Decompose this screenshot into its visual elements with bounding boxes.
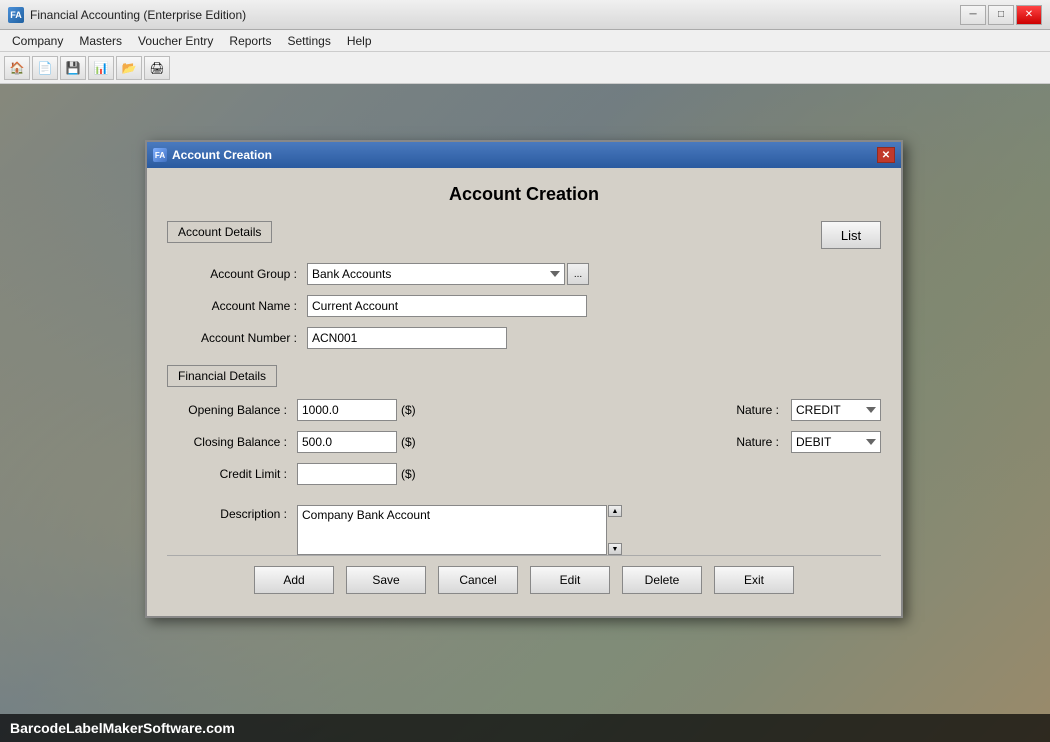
credit-limit-unit: ($) xyxy=(401,467,416,481)
dialog-heading: Account Creation xyxy=(167,184,881,205)
description-label: Description : xyxy=(167,505,297,521)
account-group-container: Bank Accounts Cash Accounts Sundry Debto… xyxy=(307,263,589,285)
account-group-select[interactable]: Bank Accounts Cash Accounts Sundry Debto… xyxy=(307,263,565,285)
financial-details-section: Financial Details xyxy=(167,365,277,387)
menu-voucher-entry[interactable]: Voucher Entry xyxy=(130,32,221,50)
menu-reports[interactable]: Reports xyxy=(221,32,279,50)
account-name-row: Account Name : xyxy=(167,295,881,317)
credit-limit-input[interactable] xyxy=(297,463,397,485)
app-title: Financial Accounting (Enterprise Edition… xyxy=(30,8,960,22)
scroll-up-button[interactable]: ▲ xyxy=(608,505,622,517)
delete-button[interactable]: Delete xyxy=(622,566,702,594)
closing-balance-input[interactable] xyxy=(297,431,397,453)
dialog-body: Account Creation Account Details List Ac… xyxy=(147,168,901,616)
closing-balance-unit: ($) xyxy=(401,435,416,449)
scroll-down-button[interactable]: ▼ xyxy=(608,543,622,555)
toolbar-chart[interactable]: 📊 xyxy=(88,56,114,80)
toolbar-print[interactable]: 🖨 xyxy=(144,56,170,80)
nature-closing-select[interactable]: CREDIT DEBIT xyxy=(791,431,881,453)
toolbar-save[interactable]: 💾 xyxy=(60,56,86,80)
description-row: Description : Company Bank Account ▲ ▼ xyxy=(167,505,881,555)
list-button[interactable]: List xyxy=(821,221,881,249)
nature-opening-label: Nature : xyxy=(736,403,779,417)
financial-grid: Opening Balance : ($) Closing Balance : … xyxy=(167,399,881,495)
nature-closing-row: Nature : CREDIT DEBIT xyxy=(736,431,881,453)
nature-closing-label: Nature : xyxy=(736,435,779,449)
minimize-button[interactable]: ─ xyxy=(960,5,986,25)
opening-balance-row: Opening Balance : ($) xyxy=(167,399,696,421)
watermark-text: BarcodeLabelMakerSoftware.com xyxy=(10,720,235,736)
exit-button[interactable]: Exit xyxy=(714,566,794,594)
menu-masters[interactable]: Masters xyxy=(71,32,130,50)
app-icon: FA xyxy=(8,7,24,23)
dialog-close-button[interactable]: ✕ xyxy=(877,147,895,163)
nature-opening-row: Nature : CREDIT DEBIT xyxy=(736,399,881,421)
dialog-title: Account Creation xyxy=(172,148,877,162)
account-details-section: Account Details xyxy=(167,221,272,243)
menu-bar: Company Masters Voucher Entry Reports Se… xyxy=(0,30,1050,52)
credit-limit-row: Credit Limit : ($) xyxy=(167,463,696,485)
account-group-label: Account Group : xyxy=(167,267,307,281)
toolbar-home[interactable]: 🏠 xyxy=(4,56,30,80)
add-button[interactable]: Add xyxy=(254,566,334,594)
toolbar-new[interactable]: 📄 xyxy=(32,56,58,80)
description-input[interactable]: Company Bank Account xyxy=(297,505,607,555)
account-name-label: Account Name : xyxy=(167,299,307,313)
opening-balance-unit: ($) xyxy=(401,403,416,417)
nature-column: Nature : CREDIT DEBIT Nature : CREDIT DE… xyxy=(736,399,881,495)
financial-left: Opening Balance : ($) Closing Balance : … xyxy=(167,399,696,495)
dialog-icon: FA xyxy=(153,148,167,162)
top-row: Account Details List xyxy=(167,221,881,255)
menu-help[interactable]: Help xyxy=(339,32,380,50)
financial-section: Financial Details Opening Balance : ($) … xyxy=(167,365,881,555)
account-group-browse-button[interactable]: ... xyxy=(567,263,589,285)
menu-company[interactable]: Company xyxy=(4,32,71,50)
closing-balance-label: Closing Balance : xyxy=(167,435,297,449)
title-bar: FA Financial Accounting (Enterprise Edit… xyxy=(0,0,1050,30)
account-creation-dialog: FA Account Creation ✕ Account Creation A… xyxy=(145,140,903,618)
account-number-input[interactable] xyxy=(307,327,507,349)
button-row: Add Save Cancel Edit Delete Exit xyxy=(167,555,881,600)
closing-balance-row: Closing Balance : ($) xyxy=(167,431,696,453)
description-scrollbar: ▲ ▼ xyxy=(608,505,622,555)
dialog-title-bar: FA Account Creation ✕ xyxy=(147,142,901,168)
watermark-bar: BarcodeLabelMakerSoftware.com xyxy=(0,714,1050,742)
opening-balance-input[interactable] xyxy=(297,399,397,421)
account-number-label: Account Number : xyxy=(167,331,307,345)
account-number-row: Account Number : xyxy=(167,327,881,349)
menu-settings[interactable]: Settings xyxy=(279,32,338,50)
toolbar: 🏠 📄 💾 📊 📂 🖨 xyxy=(0,52,1050,84)
nature-opening-select[interactable]: CREDIT DEBIT xyxy=(791,399,881,421)
save-button[interactable]: Save xyxy=(346,566,426,594)
account-group-row: Account Group : Bank Accounts Cash Accou… xyxy=(167,263,881,285)
toolbar-open[interactable]: 📂 xyxy=(116,56,142,80)
cancel-button[interactable]: Cancel xyxy=(438,566,518,594)
app-close-button[interactable]: ✕ xyxy=(1016,5,1042,25)
credit-limit-label: Credit Limit : xyxy=(167,467,297,481)
account-name-input[interactable] xyxy=(307,295,587,317)
maximize-button[interactable]: □ xyxy=(988,5,1014,25)
title-bar-controls: ─ □ ✕ xyxy=(960,5,1042,25)
edit-button[interactable]: Edit xyxy=(530,566,610,594)
opening-balance-label: Opening Balance : xyxy=(167,403,297,417)
